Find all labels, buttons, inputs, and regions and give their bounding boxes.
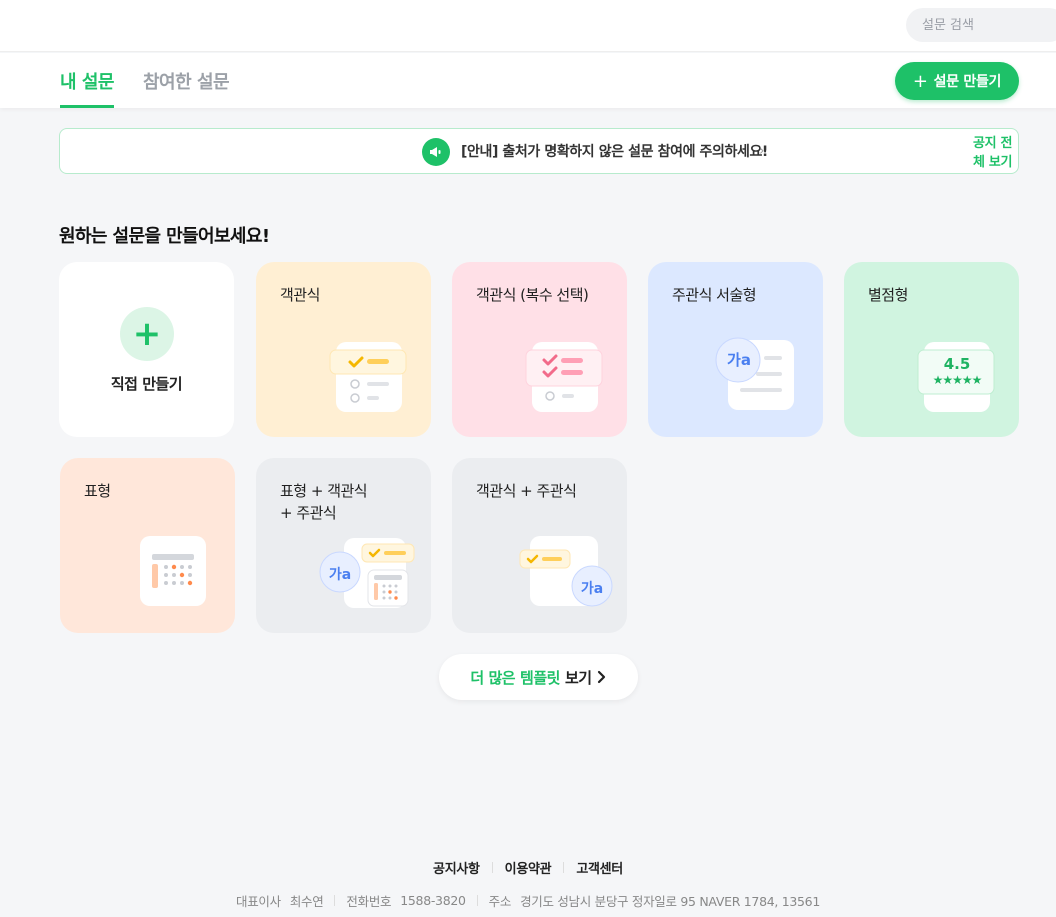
ceo-label: 대표이사 [236, 894, 281, 909]
search-input[interactable] [922, 17, 1052, 33]
template-card-multiple-select[interactable]: 객관식 (복수 선택) [452, 262, 627, 437]
plus-icon: + [912, 70, 928, 92]
megaphone-icon [422, 138, 450, 166]
rating-value: 4.5 [943, 355, 971, 373]
ceo-name: 최수연 [289, 894, 324, 909]
template-card-table[interactable]: 표형 [60, 458, 235, 633]
template-direct-label: 직접 만들기 [110, 375, 183, 393]
template-card-direct[interactable]: + 직접 만들기 [59, 262, 234, 437]
footer-link-terms[interactable]: 이용약관 [505, 858, 552, 877]
template-label: 주관식 서술형 [672, 286, 757, 304]
template-label: 객관식 (복수 선택) [476, 286, 589, 304]
phone-label: 전화번호 [346, 894, 392, 909]
divider [491, 862, 493, 873]
footer-company-info: 대표이사 최수연 전화번호 1588-3820 주소 경기도 성남시 분당구 정… [0, 891, 1056, 910]
table-grid-icon [140, 536, 206, 606]
template-label-line2: + 주관식 [280, 504, 337, 522]
section-title: 원하는 설문을 만들어보세요! [59, 226, 270, 247]
chevron-right-icon [597, 670, 605, 684]
text-glyph: 가a [328, 567, 352, 583]
address: 경기도 성남시 분당구 정자일로 95 NAVER 1784, 13561 [520, 894, 820, 909]
footer-link-support[interactable]: 고객센터 [576, 858, 623, 877]
template-label: 표형 + 객관식 + 주관식 [280, 480, 368, 524]
template-card-multiple-choice[interactable]: 객관식 [256, 262, 431, 437]
template-label: 객관식 + 주관식 [476, 482, 577, 500]
divider [476, 895, 478, 906]
template-card-rating[interactable]: 별점형 4.5 ★★★★★ [844, 262, 1019, 437]
plus-circle-icon: + [120, 307, 174, 361]
more-templates-text-1: 더 많은 [470, 668, 516, 687]
create-survey-label: 설문 만들기 [933, 74, 1002, 90]
divider [334, 895, 336, 906]
top-bar [0, 0, 1056, 52]
template-card-choice-subjective[interactable]: 객관식 + 주관식 가a [452, 458, 627, 633]
template-label-line1: 표형 + 객관식 [280, 482, 368, 500]
tab-my-surveys[interactable]: 내 설문 [60, 53, 114, 108]
template-label: 별점형 [868, 286, 908, 304]
footer-links: 공지사항 이용약관 고객센터 [0, 858, 1056, 877]
create-survey-button[interactable]: + 설문 만들기 [895, 62, 1019, 100]
divider [563, 862, 565, 873]
template-card-table-mixed[interactable]: 표형 + 객관식 + 주관식 가a [256, 458, 431, 633]
view-all-notices-link[interactable]: 공지 전체 보기 [973, 129, 1018, 173]
stars-icon: ★★★★★ [932, 373, 983, 387]
notice-text[interactable]: [안내] 출처가 명확하지 않은 설문 참여에 주의하세요! [461, 129, 768, 173]
more-templates-button[interactable]: 더 많은 템플릿 보기 [439, 654, 638, 700]
template-label: 객관식 [280, 286, 320, 304]
search-box[interactable] [906, 8, 1056, 42]
tab-participated-surveys[interactable]: 참여한 설문 [143, 53, 230, 108]
template-label: 표형 [84, 482, 111, 500]
more-templates-text-2: 템플릿 [520, 668, 560, 687]
text-answer-icon [715, 337, 794, 410]
multi-check-icon [525, 342, 603, 412]
text-glyph: 가a [727, 351, 751, 369]
template-card-subjective[interactable]: 주관식 서술형 가a [648, 262, 823, 437]
text-glyph: 가a [580, 581, 604, 597]
chevron-right-icon: › [759, 143, 765, 159]
address-label: 주소 [488, 894, 512, 909]
notice-banner: [안내] 출처가 명확하지 않은 설문 참여에 주의하세요! › 공지 전체 보… [59, 128, 1019, 174]
choice-text-icon [519, 536, 613, 607]
more-templates-text-3: 보기 [564, 668, 592, 687]
footer-link-notice[interactable]: 공지사항 [433, 858, 480, 877]
tab-bar: 내 설문 참여한 설문 + 설문 만들기 [0, 53, 1056, 108]
phone-number: 1588-3820 [400, 893, 466, 908]
checklist-icon [329, 342, 407, 412]
